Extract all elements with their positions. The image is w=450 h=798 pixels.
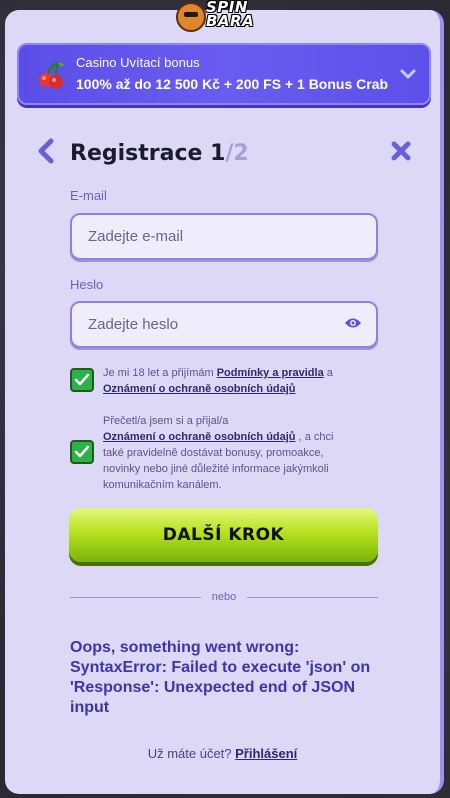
privacy-link[interactable]: Oznámení o ochraně osobních údajů — [103, 383, 296, 395]
terms-link[interactable]: Podmínky a pravidla — [217, 367, 324, 379]
login-question: Už máte účet? — [147, 746, 236, 761]
next-step-button[interactable]: DALŠÍ KROK — [69, 508, 378, 562]
email-field[interactable] — [70, 213, 378, 260]
page-title: Registrace 1/2 — [70, 141, 249, 166]
logo-text: SPIN BARA — [206, 0, 255, 30]
bonus-text: 100% až do 12 500 Kč + 200 FS + 1 Bonus … — [76, 76, 389, 92]
checkmark-icon — [74, 373, 90, 386]
bonus-banner[interactable]: Casino Uvítací bonus 100% až do 12 500 K… — [17, 43, 431, 105]
error-message: Oops, something went wrong: SyntaxError:… — [70, 639, 371, 716]
password-field[interactable] — [70, 301, 378, 348]
email-label: E-mail — [70, 188, 107, 203]
consent-marketing-checkbox[interactable] — [70, 440, 94, 464]
consent-age-prefix: Je mi 18 let a přijímám — [103, 367, 217, 379]
consent-marketing-prefix: Přečetl/a jsem si a přijal/a — [103, 415, 229, 427]
consent-age-mid: a — [323, 367, 333, 379]
consent-age-text: Je mi 18 let a přijímám Podmínky a pravi… — [103, 365, 353, 397]
login-link[interactable]: Přihlášení — [235, 746, 297, 761]
login-prompt: Už máte účet? Přihlášení — [5, 746, 440, 761]
registration-modal: Casino Uvítací bonus 100% až do 12 500 K… — [5, 10, 444, 794]
brand-logo: SPIN BARA — [172, 0, 276, 34]
eye-icon[interactable] — [344, 316, 362, 330]
capybara-mascot-icon — [176, 2, 206, 32]
chevron-down-icon[interactable] — [399, 65, 417, 83]
cherry-icon — [39, 61, 64, 89]
title-step-total: /2 — [225, 141, 249, 166]
consent-marketing-text: Přečetl/a jsem si a přijal/a Oznámení o … — [103, 413, 353, 493]
back-arrow-icon[interactable] — [36, 138, 56, 164]
title-step: Registrace 1 — [70, 141, 226, 166]
logo-line-2: BARA — [206, 12, 255, 30]
consent-age-checkbox[interactable] — [70, 368, 94, 392]
or-divider: nebo — [70, 591, 378, 603]
password-label: Heslo — [70, 277, 104, 292]
bonus-title: Casino Uvítací bonus — [76, 55, 200, 70]
privacy-link-2[interactable]: Oznámení o ochraně osobních údajů — [103, 431, 296, 443]
divider-line-right — [247, 597, 378, 598]
checkmark-icon — [74, 445, 90, 458]
close-icon[interactable] — [390, 140, 412, 162]
